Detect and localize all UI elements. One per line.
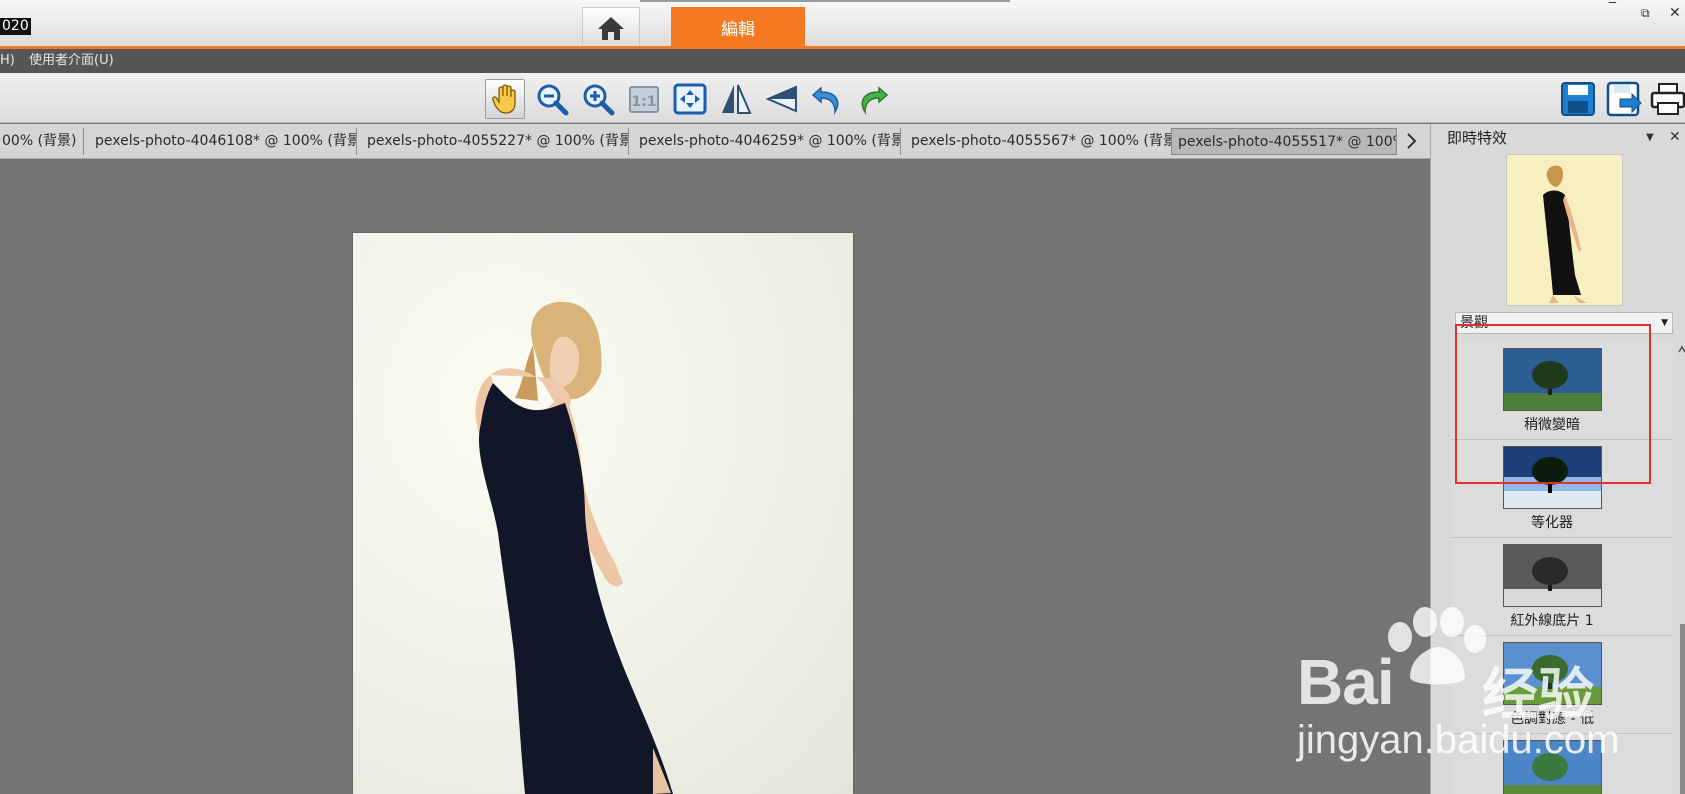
woman-in-black-dress-image [475,301,673,794]
panel-menu-arrow-icon[interactable]: ▼ [1646,132,1654,143]
close-button[interactable]: ✕ [1669,4,1681,22]
panel-title: 即時特效 [1447,129,1508,147]
menu-help[interactable]: H) [0,53,15,69]
menu-bar: H) 使用者介面(U) [0,49,1685,73]
watermark-url: jingyan.baidu.com [1297,718,1620,762]
app-title: 020 [0,18,31,35]
hand-pan-icon [492,84,516,114]
save-as-icon [1606,81,1642,117]
window-controls: ‾ ⧉ ✕ [1605,1,1685,24]
home-icon [598,16,624,40]
effect-label: 等化器 [1531,515,1573,531]
home-tab-button[interactable] [582,7,640,47]
flip-horizontal-icon [722,84,752,114]
effect-preview-image [1506,154,1623,306]
hand-tool-button[interactable] [485,79,525,119]
zoom-in-icon [583,84,615,116]
chevron-down-icon: ▼ [1661,318,1668,328]
title-bar-divider [640,0,1010,2]
print-icon [1650,83,1685,115]
flip-vertical-icon [765,85,797,113]
save-as-button[interactable] [1604,79,1644,119]
canvas-area[interactable] [0,160,1430,794]
actual-size-1to1-icon: 1:1 [629,86,659,113]
zoom-out-button[interactable] [532,79,572,119]
doc-tab[interactable]: 00% (背景) [0,128,84,155]
main-photo[interactable] [353,233,853,794]
print-button[interactable] [1648,79,1685,119]
doc-tab-active[interactable]: pexels-photo-4055517* @ 100%... [1171,128,1397,155]
edit-tab[interactable]: 編輯 [671,7,805,47]
doc-tab[interactable]: pexels-photo-4055227* @ 100% (背景) [361,128,629,155]
actual-size-button[interactable]: 1:1 [624,79,664,119]
doc-tab[interactable]: pexels-photo-4046259* @ 100% (背景) [633,128,901,155]
fit-to-window-button[interactable] [670,79,710,119]
rotate-left-button[interactable] [808,79,848,119]
flip-vertical-button[interactable] [762,79,802,119]
toolbar: 1:1 [0,73,1685,123]
svg-text:1:1: 1:1 [631,94,656,110]
title-bar: 020 編輯 ‾ ⧉ ✕ [0,0,1685,47]
doc-tab[interactable]: pexels-photo-4055567* @ 100% (背景) [905,128,1173,155]
minimize-button[interactable]: ‾ [1609,0,1616,18]
restore-button[interactable]: ⧉ [1641,4,1650,22]
document-tabs: 00% (背景) pexels-photo-4046108* @ 100% (背… [0,124,1430,159]
effect-thumbnail [1503,544,1602,607]
flip-horizontal-button[interactable] [716,79,756,119]
fit-to-window-icon [673,83,707,115]
zoom-in-button[interactable] [578,79,618,119]
baidu-paw-logo-icon [1388,607,1486,685]
scroll-up-icon[interactable] [1678,344,1685,356]
rotate-right-button[interactable] [852,79,892,119]
save-button[interactable] [1558,79,1598,119]
rotate-right-icon [861,86,889,115]
rotate-left-icon [811,86,839,115]
scrollbar-thumb[interactable] [1680,624,1685,794]
tree-landscape-icon [1504,545,1601,606]
save-icon [1561,82,1595,116]
highlight-annotation-box [1455,324,1651,484]
menu-user-interface[interactable]: 使用者介面(U) [29,53,114,69]
preview-woman-icon [1507,155,1622,305]
watermark-logo: Bai [1297,646,1395,718]
panel-close-icon[interactable]: ✕ [1669,129,1681,145]
chevron-right-icon[interactable] [1404,130,1420,152]
doc-tab[interactable]: pexels-photo-4046108* @ 100% (背景) [89,128,357,155]
zoom-out-icon [537,84,569,116]
